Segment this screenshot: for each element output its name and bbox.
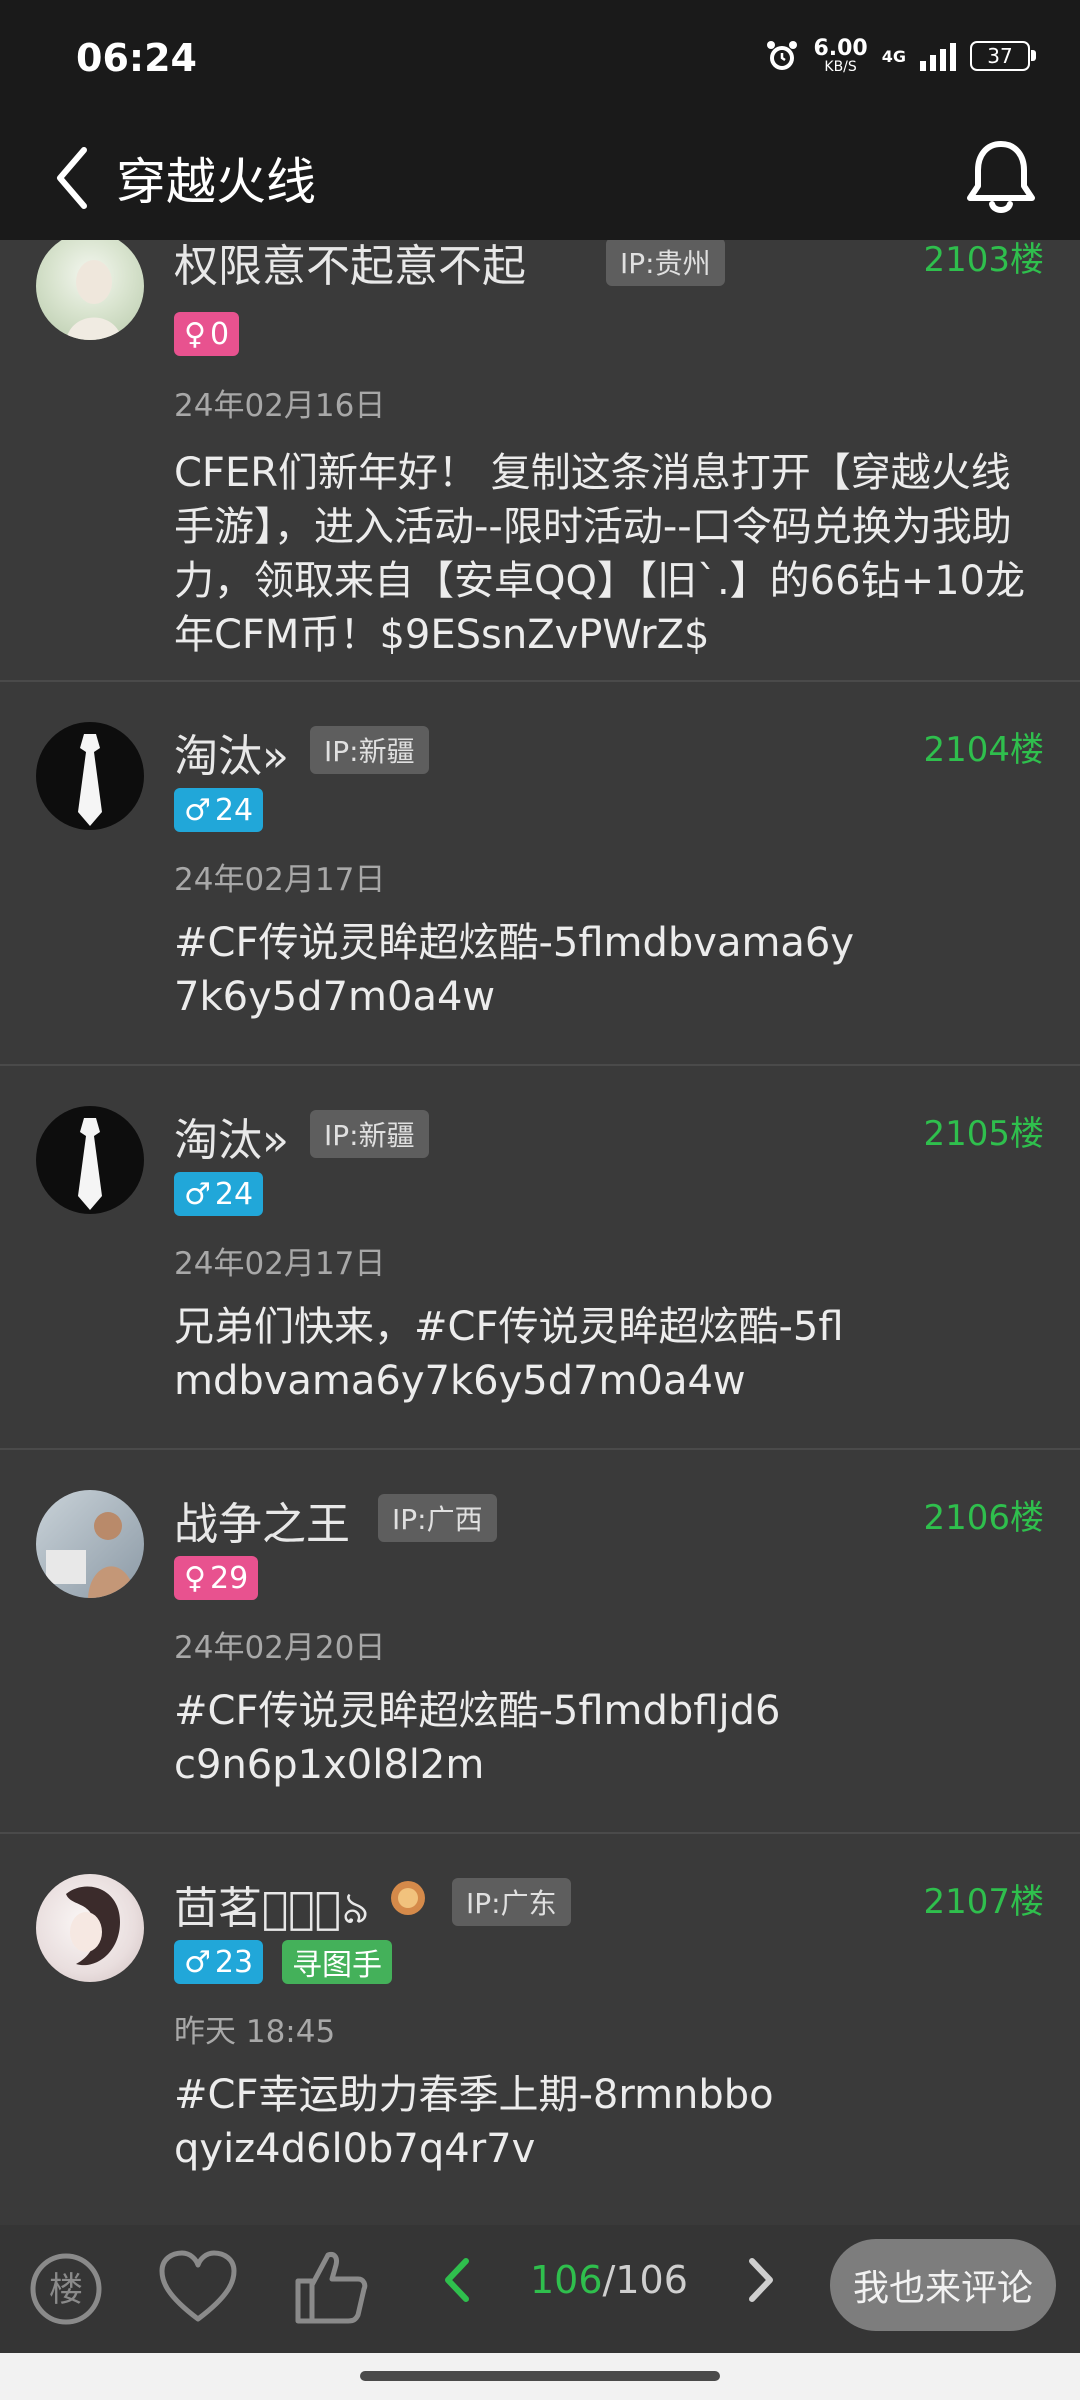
status-icons: 6.00 KB/S 4G 37	[765, 36, 1036, 75]
floor-number: 2103楼	[923, 240, 1044, 280]
username[interactable]: 淘汰»	[174, 720, 289, 784]
page-current: 106	[530, 2258, 603, 2302]
post-content: #CF传说灵眸超炫酷-5flmdbfljd6c9n6p1x0l8l2m	[174, 1688, 781, 1788]
reply-feed[interactable]: 权限意不起意不起 IP:贵州 2103楼 ♀ 0 24年02月16日 CFER们…	[0, 240, 1080, 2225]
reply-post: 战争之王 IP:广西 2106楼 ♀ 29 24年02月20日 #CF传说灵眸超…	[0, 1450, 1080, 1834]
page-title: 穿越火线	[116, 153, 316, 211]
net-speed-unit: KB/S	[824, 59, 857, 75]
avatar[interactable]	[36, 722, 144, 830]
heart-icon[interactable]	[156, 2249, 240, 2325]
floor-number: 2107楼	[923, 1882, 1044, 1922]
floor-circle-icon[interactable]: 楼	[28, 2251, 104, 2327]
floor-number: 2104楼	[923, 730, 1044, 770]
level-value: 0	[209, 316, 230, 352]
ip-location: IP:广东	[452, 1878, 571, 1926]
gesture-bar-area	[0, 2353, 1080, 2400]
reply-post: 茴茗ঔ⃝ৣ৯ IP:广东 2107楼 ♂ 23 寻图手 昨天 18:45 #CF…	[0, 1834, 1080, 2224]
alarm-icon	[767, 41, 798, 70]
gender-level-badge: ♂ 23	[174, 1940, 264, 1984]
gender-level-badge: ♂ 24	[174, 1172, 264, 1216]
username[interactable]: 淘汰»	[174, 1104, 289, 1168]
thumbs-up-icon[interactable]	[288, 2245, 372, 2329]
level-value: 24	[214, 792, 254, 828]
post-date: 24年02月17日	[174, 1246, 386, 1282]
back-arrow-icon[interactable]	[40, 138, 110, 218]
reply-post: 淘汰» IP:新疆 2104楼 ♂ 24 24年02月17日 #CF传说灵眸超炫…	[0, 682, 1080, 1066]
battery-icon: 37	[970, 41, 1036, 71]
write-comment-button[interactable]: 我也来评论	[830, 2239, 1056, 2331]
avatar[interactable]	[36, 1490, 144, 1598]
male-icon: ♂	[184, 1176, 211, 1212]
avatar[interactable]	[36, 240, 144, 340]
home-indicator[interactable]	[360, 2371, 720, 2381]
chevron-left-icon[interactable]	[440, 2255, 474, 2305]
username[interactable]: 权限意不起意不起	[174, 240, 526, 294]
post-content: 兄弟们快来，#CF传说灵眸超炫酷-5flmdbvama6y7k6y5d7m0a4…	[174, 1304, 844, 1404]
page-indicator[interactable]: 106/106	[530, 2258, 688, 2302]
page-separator: /	[602, 2258, 616, 2302]
post-date: 24年02月20日	[174, 1630, 386, 1666]
top-header: 穿越火线	[0, 120, 1080, 240]
net-speed: 6.00 KB/S	[813, 36, 868, 75]
bell-icon[interactable]	[956, 134, 1046, 224]
signal-icon	[920, 41, 956, 71]
network-type: 4G	[881, 46, 906, 66]
reply-post: 淘汰» IP:新疆 2105楼 ♂ 24 24年02月17日 兄弟们快来，#CF…	[0, 1066, 1080, 1450]
male-icon: ♂	[184, 792, 211, 828]
ip-location: IP:广西	[378, 1494, 497, 1542]
avatar[interactable]	[36, 1874, 144, 1982]
floor-number: 2105楼	[923, 1114, 1044, 1154]
avatar[interactable]	[36, 1106, 144, 1214]
page-total: 106	[615, 2258, 688, 2302]
net-speed-value: 6.00	[813, 36, 868, 61]
male-icon: ♂	[184, 1944, 211, 1980]
post-date: 24年02月17日	[174, 862, 386, 898]
level-value: 29	[209, 1560, 249, 1596]
level-value: 23	[214, 1944, 254, 1980]
female-icon: ♀	[184, 316, 206, 352]
reply-post: 权限意不起意不起 IP:贵州 2103楼 ♀ 0 24年02月16日 CFER们…	[0, 240, 1080, 680]
post-content: #CF幸运助力春季上期-8rmnbboqyiz4d6l0b7q4r7v	[174, 2072, 774, 2172]
post-date: 24年02月16日	[174, 388, 386, 424]
female-icon: ♀	[184, 1560, 206, 1596]
gender-level-badge: ♂ 24	[174, 788, 264, 832]
medal-icon	[391, 1881, 425, 1915]
post-content: #CF传说灵眸超炫酷-5flmdbvama6y7k6y5d7m0a4w	[174, 920, 855, 1020]
title-badge: 寻图手	[282, 1940, 392, 1984]
ip-location: IP:新疆	[310, 1110, 429, 1158]
pagination: 106/106	[440, 2255, 778, 2305]
status-time: 06:24	[76, 36, 197, 80]
post-content: CFER们新年好！ 复制这条消息打开【穿越火线手游】，进入活动--限时活动--口…	[174, 450, 1025, 658]
battery-level: 37	[987, 44, 1013, 68]
bottom-action-bar: 楼 106/106 我也来评论	[0, 2225, 1080, 2353]
username[interactable]: 战争之王	[174, 1488, 350, 1552]
level-value: 24	[214, 1176, 254, 1212]
chevron-right-icon[interactable]	[744, 2255, 778, 2305]
floor-icon-label: 楼	[49, 2270, 83, 2310]
gender-level-badge: ♀ 0	[174, 312, 240, 356]
ip-location: IP:贵州	[606, 240, 725, 286]
post-date: 昨天 18:45	[174, 2014, 336, 2050]
status-bar: 06:24 6.00 KB/S 4G 37	[0, 0, 1080, 120]
username[interactable]: 茴茗ঔ⃝ৣ৯	[174, 1872, 370, 1948]
ip-location: IP:新疆	[310, 726, 429, 774]
floor-number: 2106楼	[923, 1498, 1044, 1538]
gender-level-badge: ♀ 29	[174, 1556, 259, 1600]
